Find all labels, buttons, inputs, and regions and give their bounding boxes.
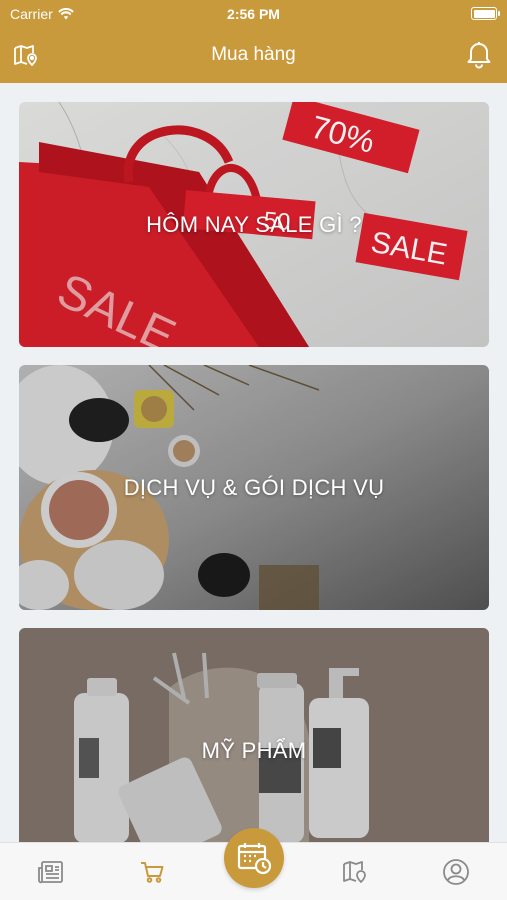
cart-icon — [141, 862, 164, 883]
tab-map[interactable] — [338, 855, 372, 889]
cosmetics-card-label: MỸ PHẨM — [201, 737, 307, 763]
status-time: 2:56 PM — [227, 6, 280, 22]
map-icon — [343, 861, 366, 883]
page-title: Mua hàng — [211, 44, 296, 65]
nav-bar: Mua hàng — [0, 28, 507, 83]
sale-card-label: HÔM NAY SALE GÌ ? — [146, 211, 362, 237]
bell-icon[interactable] — [465, 39, 493, 69]
services-card[interactable]: DỊCH VỤ & GÓI DỊCH VỤ — [19, 365, 489, 610]
services-card-label: DỊCH VỤ & GÓI DỊCH VỤ — [123, 474, 385, 500]
news-icon — [38, 861, 63, 884]
sale-card[interactable]: SALE 70% SALE 50 HÔM NAY SALE GÌ ? — [19, 102, 489, 347]
tab-cart[interactable] — [135, 855, 169, 889]
tab-profile[interactable] — [439, 855, 473, 889]
top-bar: Carrier 2:56 PM Mua hàng — [0, 0, 507, 83]
category-list: SALE 70% SALE 50 HÔM NAY SALE GÌ ? DỊCH … — [19, 102, 489, 891]
status-bar: Carrier 2:56 PM — [0, 0, 507, 28]
tab-news[interactable] — [34, 855, 68, 889]
profile-icon — [443, 859, 469, 885]
booking-fab-button[interactable] — [224, 828, 284, 888]
calendar-clock-icon — [237, 843, 272, 875]
battery-icon — [471, 7, 500, 20]
